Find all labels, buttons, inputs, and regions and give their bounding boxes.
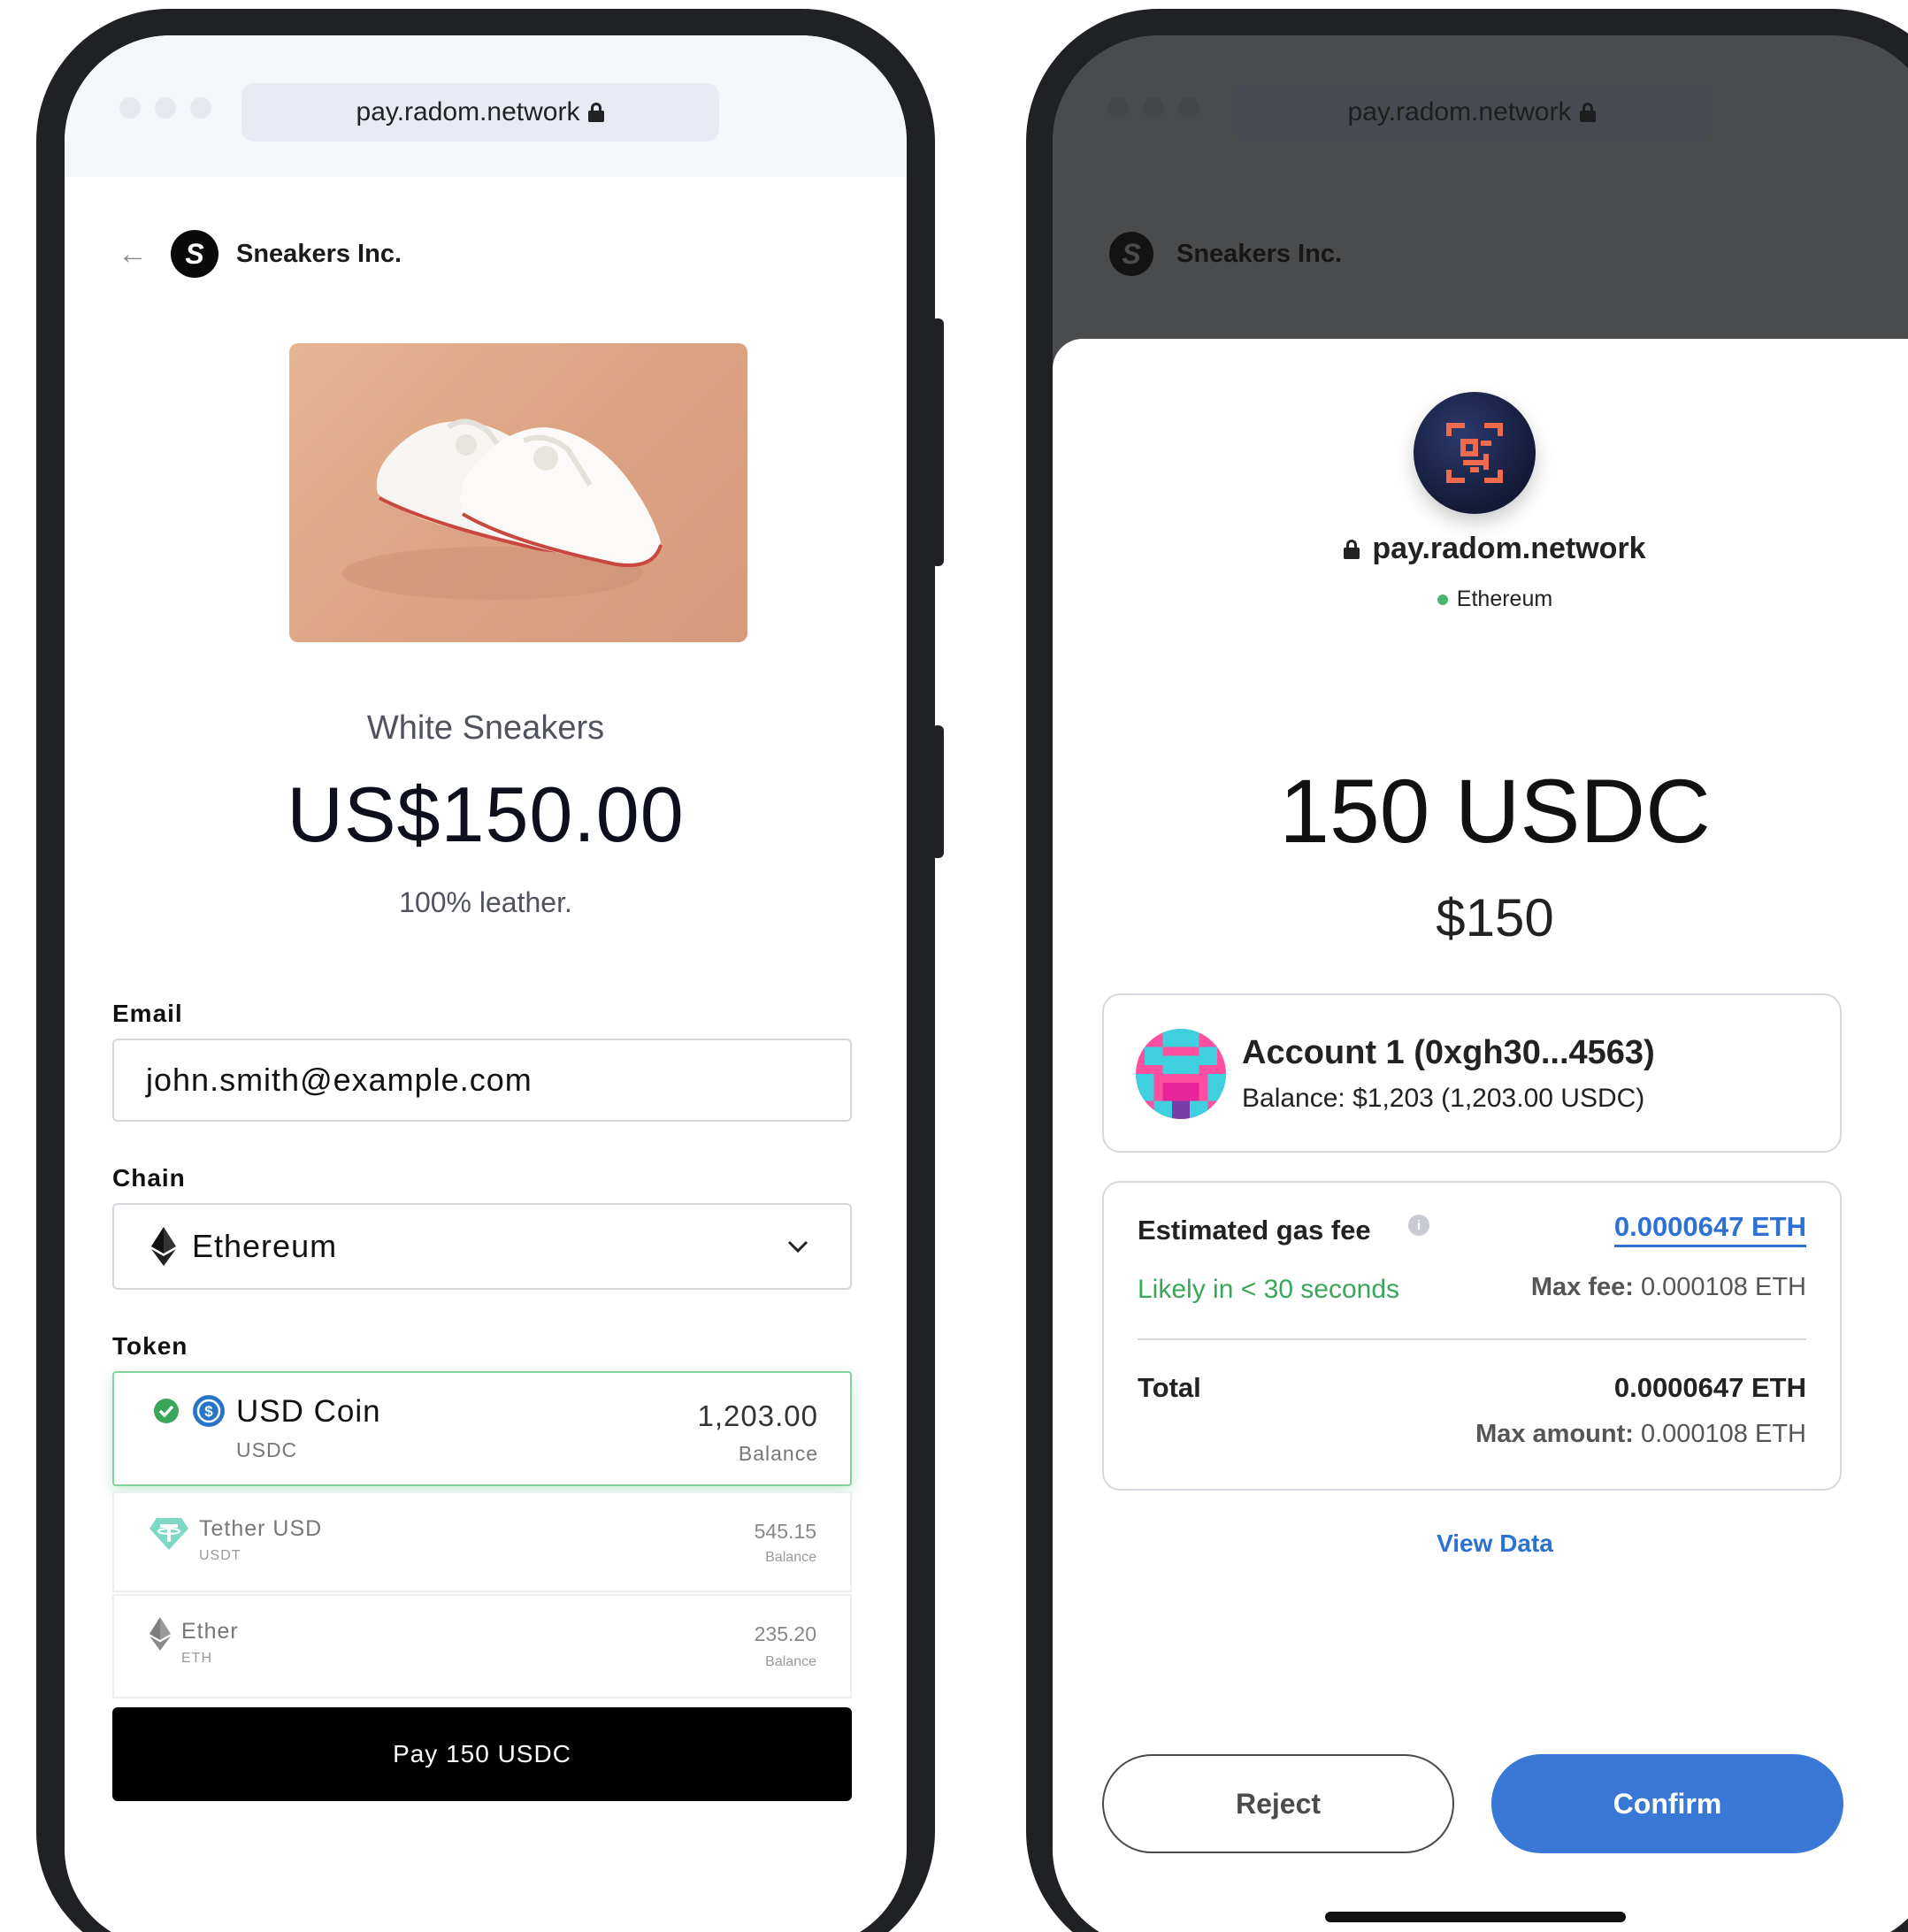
product-price: US$150.00 xyxy=(287,770,685,858)
url-text: pay.radom.network xyxy=(356,97,580,126)
window-controls xyxy=(1107,97,1199,119)
token-option-usdc[interactable]: $ USD Coin USDC 1,203.00 Balance xyxy=(112,1371,852,1486)
merchant-header: S Sneakers Inc. xyxy=(1109,232,1342,276)
max-fee-value: 0.000108 ETH xyxy=(1640,1273,1806,1301)
total-label: Total xyxy=(1138,1372,1201,1403)
max-amount-label: Max amount: xyxy=(1475,1420,1634,1448)
confirm-button[interactable]: Confirm xyxy=(1491,1754,1843,1853)
window-dot xyxy=(190,97,211,119)
window-dot xyxy=(1143,97,1164,119)
home-indicator xyxy=(1325,1912,1626,1922)
token-symbol: USDT xyxy=(199,1548,241,1563)
check-circle-icon xyxy=(154,1399,179,1423)
merchant-logo: S xyxy=(171,230,218,278)
checkout-phone: pay.radom.network ← S Sneakers Inc. Whit… xyxy=(36,9,944,1932)
token-label: Token xyxy=(112,1332,188,1360)
reject-button[interactable]: Reject xyxy=(1102,1754,1454,1853)
back-arrow-icon[interactable]: ← xyxy=(118,237,148,272)
lock-icon xyxy=(588,103,605,122)
network-status-dot xyxy=(1437,594,1448,605)
account-avatar xyxy=(1136,1029,1226,1119)
checkout-screen: pay.radom.network ← S Sneakers Inc. Whit… xyxy=(65,35,907,1932)
window-controls xyxy=(119,97,211,119)
gas-speed: Likely in < 30 seconds xyxy=(1138,1275,1400,1304)
token-balance: 1,203.00 xyxy=(697,1399,818,1432)
site-name: pay.radom.network xyxy=(1372,532,1646,565)
total-value: 0.0000647 ETH xyxy=(1613,1372,1806,1403)
token-name: USD Coin xyxy=(236,1394,381,1429)
token-symbol: USDC xyxy=(236,1438,298,1461)
qr-logo-icon xyxy=(1446,423,1503,483)
gas-fee-card: Estimated gas fee i 0.0000647 ETH Likely… xyxy=(1102,1181,1842,1491)
phone-side-button xyxy=(931,318,944,566)
token-option-eth[interactable]: Ether ETH 235.20 Balance xyxy=(112,1594,852,1698)
email-value: john.smith@example.com xyxy=(146,1062,533,1098)
site-origin: pay.radom.network xyxy=(1053,532,1908,566)
site-icon xyxy=(1414,392,1536,514)
merchant-header: ← S Sneakers Inc. xyxy=(118,230,402,278)
pay-button[interactable]: Pay 150 USDC xyxy=(112,1707,852,1801)
token-option-usdt[interactable]: Tether USD USDT 545.15 Balance xyxy=(112,1491,852,1592)
token-balance: 235.20 xyxy=(754,1622,816,1645)
account-balance: Balance: $1,203 (1,203.00 USDC) xyxy=(1242,1084,1645,1113)
max-amount-value: 0.000108 ETH xyxy=(1640,1420,1806,1448)
url-text: pay.radom.network xyxy=(1347,97,1572,126)
merchant-logo: S xyxy=(1109,232,1153,276)
token-balance: 545.15 xyxy=(754,1520,816,1543)
email-label: Email xyxy=(112,1000,183,1027)
chain-value: Ethereum xyxy=(192,1228,338,1264)
chain-select[interactable]: Ethereum xyxy=(112,1203,852,1290)
gas-fee-label: Estimated gas fee xyxy=(1138,1215,1371,1246)
chain-label: Chain xyxy=(112,1164,186,1192)
fiat-amount: $150 xyxy=(1436,888,1554,947)
product-image xyxy=(289,343,747,642)
usdc-icon: $ xyxy=(193,1395,225,1427)
ethereum-icon xyxy=(151,1227,176,1266)
max-fee-label: Max fee: xyxy=(1530,1273,1634,1301)
wallet-screen: pay.radom.network S Sneakers Inc. pay.ra… xyxy=(1053,35,1908,1932)
lock-icon xyxy=(1344,539,1360,559)
browser-bar: pay.radom.network xyxy=(65,35,907,177)
wallet-phone: pay.radom.network S Sneakers Inc. pay.ra… xyxy=(1026,9,1908,1932)
token-balance-label: Balance xyxy=(765,1550,816,1565)
crypto-amount: 150 USDC xyxy=(1279,761,1711,862)
address-bar: pay.radom.network xyxy=(1233,83,1711,142)
network-indicator: Ethereum xyxy=(1053,586,1908,612)
ethereum-icon xyxy=(149,1617,171,1651)
divider xyxy=(1138,1338,1806,1340)
product-title: White Sneakers xyxy=(366,709,605,747)
window-dot xyxy=(1178,97,1199,119)
max-amount: Max amount: 0.000108 ETH xyxy=(1475,1420,1806,1449)
account-name: Account 1 (0xgh30...4563) xyxy=(1242,1034,1655,1071)
network-name: Ethereum xyxy=(1456,586,1553,611)
token-symbol: ETH xyxy=(181,1651,212,1666)
token-name: Tether USD xyxy=(199,1516,323,1541)
tether-icon xyxy=(149,1518,188,1550)
token-balance-label: Balance xyxy=(738,1442,818,1465)
info-icon[interactable]: i xyxy=(1408,1215,1429,1236)
window-dot xyxy=(155,97,176,119)
account-card[interactable]: Account 1 (0xgh30...4563) Balance: $1,20… xyxy=(1102,993,1842,1153)
merchant-name: Sneakers Inc. xyxy=(236,239,402,268)
sneakers-illustration xyxy=(342,418,663,600)
address-bar[interactable]: pay.radom.network xyxy=(241,83,719,142)
chevron-down-icon xyxy=(787,1240,808,1254)
token-balance-label: Balance xyxy=(765,1654,816,1669)
window-dot xyxy=(1107,97,1129,119)
dimmed-background: pay.radom.network S Sneakers Inc. xyxy=(1053,35,1908,354)
phone-side-button xyxy=(931,725,944,858)
confirmation-sheet: pay.radom.network Ethereum 150 USDC $150 xyxy=(1053,339,1908,1932)
gas-fee-value-link[interactable]: 0.0000647 ETH xyxy=(1613,1211,1806,1247)
lock-icon xyxy=(1580,103,1597,122)
svg-text:$: $ xyxy=(204,1403,213,1420)
merchant-name: Sneakers Inc. xyxy=(1176,239,1342,268)
view-data-link[interactable]: View Data xyxy=(1053,1530,1908,1558)
max-fee: Max fee: 0.000108 ETH xyxy=(1531,1273,1806,1302)
token-name: Ether xyxy=(181,1619,239,1644)
product-description: 100% leather. xyxy=(399,886,572,918)
email-field[interactable]: john.smith@example.com xyxy=(112,1039,852,1122)
window-dot xyxy=(119,97,141,119)
